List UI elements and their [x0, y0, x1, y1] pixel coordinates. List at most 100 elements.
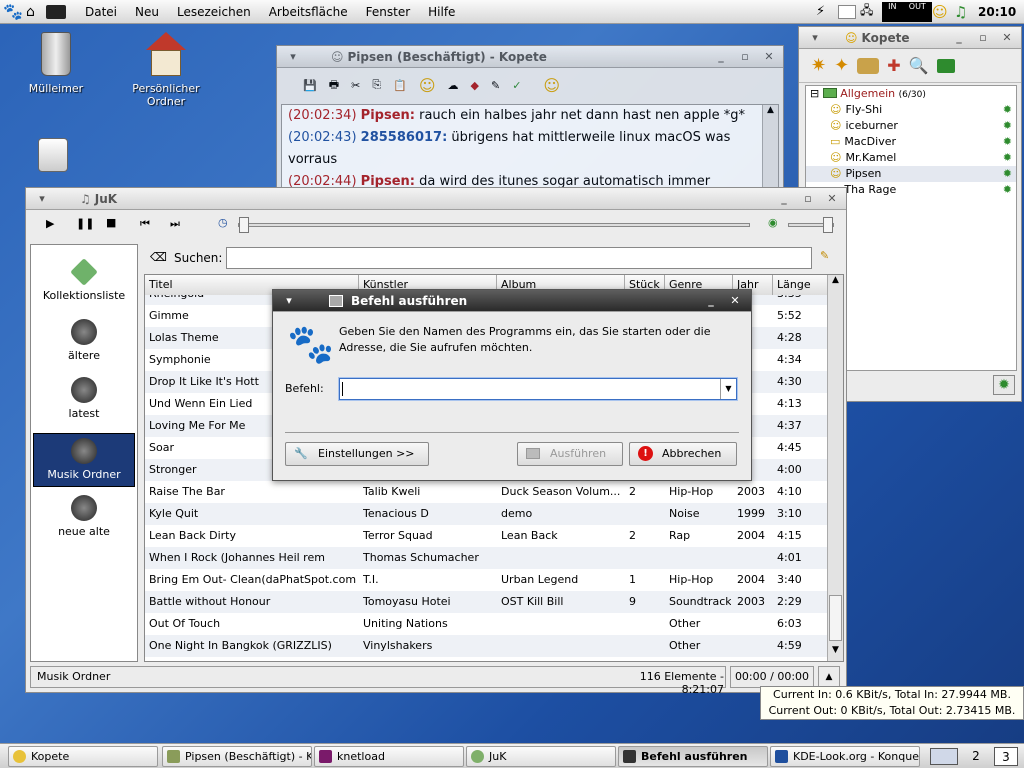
menu-arbeitsflaeche[interactable]: Arbeitsfläche: [260, 0, 357, 24]
previous-icon[interactable]: ⏮: [140, 217, 150, 231]
show-desktop-icon[interactable]: [930, 748, 958, 765]
table-row[interactable]: Kyle Quit Tenacious D demo Noise 1999 3:10: [145, 503, 827, 525]
cancel-button[interactable]: ! Abbrechen: [629, 442, 737, 466]
table-row[interactable]: Lean Back Dirty Terror Squad Lean Back 2 Rap…: [145, 525, 827, 547]
pen-icon[interactable]: ✎: [491, 79, 500, 92]
contact-item[interactable]: ▭ MacDiver ✹: [806, 134, 1016, 150]
contact-item[interactable]: ☺ Mr.Kamel ✹: [806, 150, 1016, 166]
advanced-search-icon[interactable]: ✎: [820, 249, 829, 262]
color-icon[interactable]: ◆: [471, 79, 479, 92]
save-icon[interactable]: 💾: [303, 79, 317, 92]
contact-item[interactable]: ☺ Pipsen ✹: [806, 166, 1016, 182]
search-icon[interactable]: 🔍: [909, 56, 929, 75]
close-button[interactable]: ✕: [824, 192, 840, 206]
minimize-button[interactable]: _: [776, 192, 792, 206]
desktop-home[interactable]: Persönlicher Ordner: [126, 32, 206, 108]
task-knetload[interactable]: knetload: [314, 746, 464, 767]
book-icon[interactable]: [936, 58, 955, 73]
playlist-item[interactable]: Musik Ordner: [33, 433, 135, 487]
task-kopete[interactable]: Kopete: [8, 746, 158, 767]
music-note-icon[interactable]: ♫: [954, 3, 978, 21]
history-dropdown-icon[interactable]: ▼: [720, 379, 736, 399]
playlist-item[interactable]: ältere: [33, 315, 135, 369]
menu-fenster[interactable]: Fenster: [357, 0, 420, 24]
window-menu-icon[interactable]: ▾: [34, 192, 50, 206]
task-juk[interactable]: JuK: [466, 746, 616, 767]
window-menu-icon[interactable]: ▾: [807, 31, 823, 45]
contact-item[interactable]: ☺ Fly-Shi ✹: [806, 102, 1016, 118]
scroll-thumb[interactable]: [829, 595, 842, 641]
task-run-command[interactable]: Befehl ausführen: [618, 746, 768, 767]
table-row[interactable]: One Night In Bangkok (GRIZZLIS) Vinylshak…: [145, 635, 827, 657]
maximize-button[interactable]: ▫: [800, 192, 816, 206]
table-row[interactable]: When I Rock (Johannes Heil rem Thomas Sch…: [145, 547, 827, 569]
clipboard-icon[interactable]: [838, 4, 856, 19]
copy-icon[interactable]: ⎘: [372, 78, 381, 92]
kde-menu-icon[interactable]: 🐾: [0, 2, 26, 21]
search-input[interactable]: [226, 247, 812, 269]
playlist-item[interactable]: Kollektionsliste: [33, 255, 135, 309]
desktop-2-button[interactable]: 2: [964, 747, 988, 766]
scroll-down-icon[interactable]: ▼: [828, 645, 843, 661]
task-konqueror[interactable]: KDE-Look.org - Konquer: [770, 746, 920, 767]
menu-hilfe[interactable]: Hilfe: [419, 0, 464, 24]
away-icon[interactable]: [857, 57, 880, 74]
close-button[interactable]: ✕: [761, 50, 777, 64]
chat-titlebar[interactable]: ▾ ☺ Pipsen (Beschäftigt) - Kopete _ ▫ ✕: [277, 46, 783, 68]
command-input[interactable]: ▼: [339, 378, 737, 400]
close-button[interactable]: ✕: [727, 294, 743, 308]
pause-icon[interactable]: ❚❚: [76, 217, 94, 230]
plug-icon[interactable]: ⚡: [816, 4, 838, 19]
maximize-button[interactable]: ▫: [737, 50, 753, 64]
paste-icon[interactable]: 📋: [393, 79, 407, 92]
font-icon[interactable]: ☁: [448, 79, 459, 92]
group-allgemein[interactable]: ⊟ Allgemein (6/30): [806, 86, 1016, 102]
maximize-button[interactable]: ▫: [975, 31, 991, 45]
print-icon[interactable]: 🖶: [329, 76, 339, 95]
cut-icon[interactable]: ✂: [351, 79, 360, 92]
clock[interactable]: 20:10: [978, 5, 1024, 19]
next-icon[interactable]: ⏭: [170, 217, 180, 231]
minimize-button[interactable]: _: [951, 31, 967, 45]
table-row[interactable]: Raise The Bar Talib Kweli Duck Season Volu…: [145, 481, 827, 503]
juk-titlebar[interactable]: ▾ ♫ JuK _ ▫ ✕: [26, 188, 846, 210]
minimize-button[interactable]: _: [703, 294, 719, 308]
play-icon[interactable]: ▶: [46, 217, 54, 230]
menu-datei[interactable]: Datei: [76, 0, 126, 24]
volume-handle[interactable]: [823, 217, 833, 233]
minimize-button[interactable]: _: [713, 50, 729, 64]
track-slider[interactable]: [238, 217, 750, 233]
clear-search-icon[interactable]: ⌫: [150, 250, 167, 264]
close-button[interactable]: ✕: [999, 31, 1015, 45]
column-header[interactable]: Länge: [773, 275, 829, 295]
desktop-3-button[interactable]: 3: [994, 747, 1018, 766]
table-scrollbar[interactable]: ▲ ▼: [827, 275, 843, 661]
kopete-list-titlebar[interactable]: ▾ ☺ Kopete _ ▫ ✕: [799, 27, 1021, 49]
playlist-item[interactable]: latest: [33, 373, 135, 427]
menu-lesezeichen[interactable]: Lesezeichen: [168, 0, 260, 24]
task-pipsen-chat[interactable]: Pipsen (Beschäftigt) - K: [162, 746, 312, 767]
stop-icon[interactable]: ■: [106, 216, 116, 229]
emoticon-icon[interactable]: ☺: [419, 76, 436, 95]
add-contact-icon[interactable]: ✚: [887, 56, 900, 75]
playlist-item[interactable]: neue alte: [33, 491, 135, 545]
home-icon[interactable]: ⌂: [26, 4, 46, 20]
smiley-icon[interactable]: ☺: [932, 3, 954, 21]
settings-button[interactable]: 🔧 Einstellungen >>: [285, 442, 429, 466]
window-menu-icon[interactable]: ▾: [281, 294, 297, 308]
mac-icon[interactable]: [38, 138, 68, 172]
collapse-icon[interactable]: ⊟: [810, 87, 819, 100]
terminal-icon[interactable]: [46, 4, 66, 19]
table-row[interactable]: Battle without Honour Tomoyasu Hotei OST K…: [145, 591, 827, 613]
spellcheck-icon[interactable]: ✓: [512, 79, 521, 92]
jump-up-button[interactable]: ▲: [818, 666, 840, 688]
table-row[interactable]: Out Of Touch Uniting Nations Other 6:03: [145, 613, 827, 635]
status-icon[interactable]: ✦: [834, 55, 849, 76]
menu-neu[interactable]: Neu: [126, 0, 168, 24]
desktop-trash[interactable]: Mülleimer: [22, 32, 90, 95]
kopete-status-icon[interactable]: ✹: [993, 375, 1015, 395]
contact-item[interactable]: ☺ iceburner ✹: [806, 118, 1016, 134]
dialog-titlebar[interactable]: ▾ Befehl ausführen _ ✕: [273, 290, 751, 312]
window-menu-icon[interactable]: ▾: [285, 50, 301, 64]
volume-slider[interactable]: [788, 217, 834, 233]
